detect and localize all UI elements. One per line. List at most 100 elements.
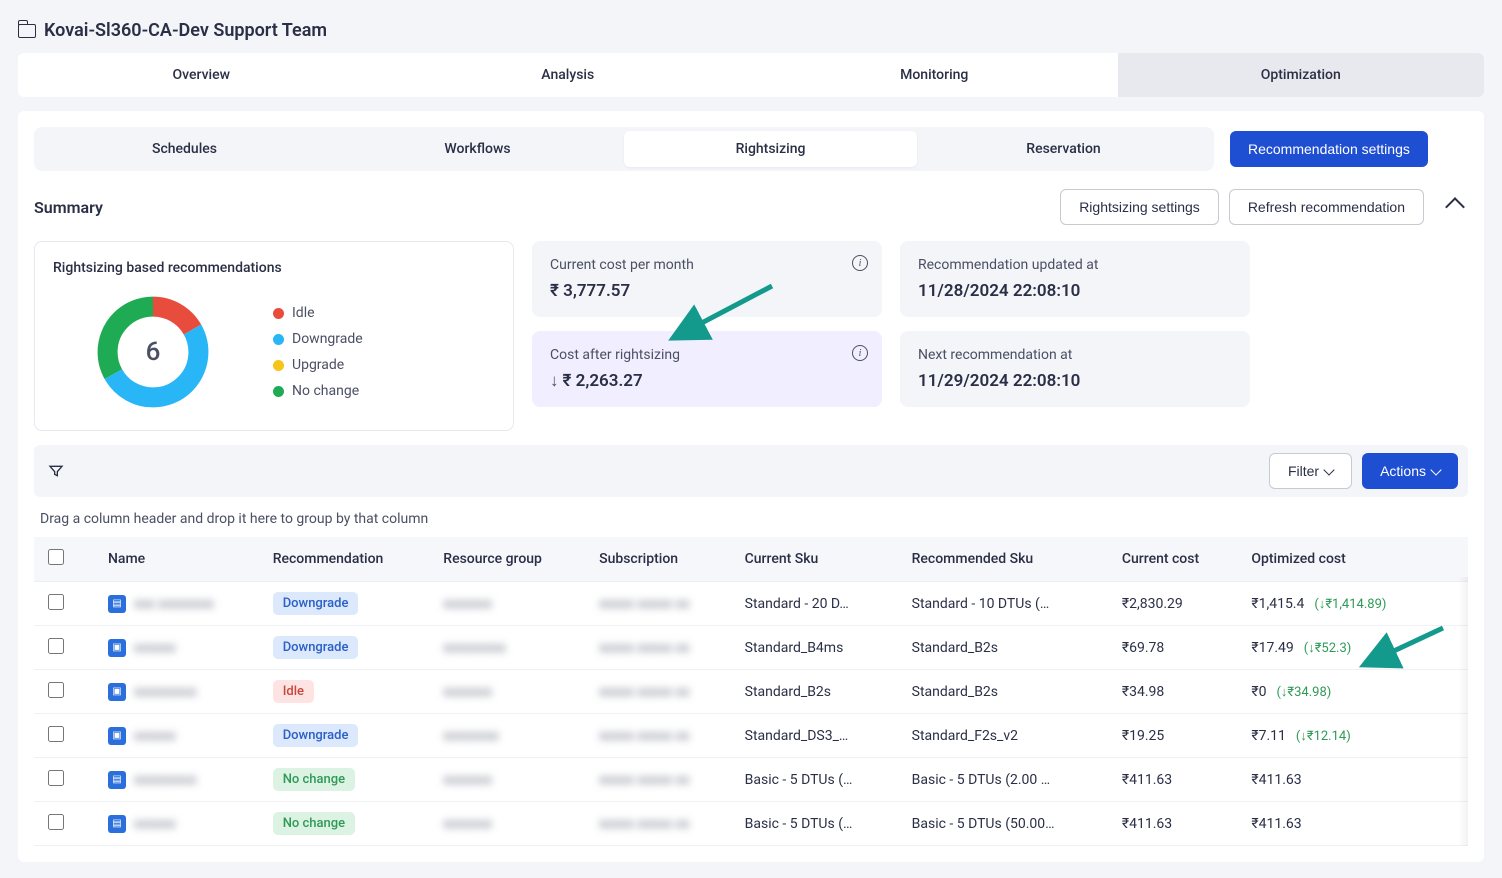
optimized-cost-value: ₹0 (1251, 684, 1266, 700)
actions-button[interactable]: Actions (1362, 453, 1458, 489)
row-checkbox[interactable] (48, 814, 64, 830)
recommended-sku-value: Basic - 5 DTUs (2.00 … (898, 758, 1108, 802)
subscription-value: xxxxx xxxxx xx (599, 640, 689, 656)
optimized-cost-value: ₹411.63 (1251, 772, 1301, 788)
resource-icon: ▣ (108, 683, 126, 701)
table-row[interactable]: ▣ xxxxxx Downgrade xxxxxxxxx xxxxx xxxxx … (34, 626, 1468, 670)
recommendation-badge: Idle (273, 680, 314, 703)
subtab-workflows[interactable]: Workflows (331, 131, 624, 167)
stat-after-cost: i Cost after rightsizing ↓₹ 2,263.27 (532, 331, 882, 407)
table-row[interactable]: ▤xxx xxxxxxxx Downgrade xxxxxxx xxxxx xx… (34, 582, 1468, 626)
resource-icon: ▣ (108, 727, 126, 745)
resource-name[interactable]: xxxxxx (134, 640, 176, 656)
subtab-reservation[interactable]: Reservation (917, 131, 1210, 167)
optimized-cost-value: ₹17.49 (1251, 640, 1293, 656)
legend-downgrade: Downgrade (273, 331, 363, 347)
select-all-checkbox[interactable] (48, 549, 64, 565)
table-row[interactable]: ▣ xxxxxxxxx Idle xxxxxxx xxxxx xxxxx xx S… (34, 670, 1468, 714)
resource-name[interactable]: xxx xxxxxxxx (134, 596, 214, 612)
resource-group-value: xxxxxxx (443, 816, 492, 832)
row-checkbox[interactable] (48, 594, 64, 610)
recommendations-card-title: Rightsizing based recommendations (53, 260, 495, 276)
current-sku-value: Basic - 5 DTUs (… (731, 802, 898, 846)
resource-name[interactable]: xxxxxx (134, 816, 176, 832)
legend-nochange: No change (273, 383, 363, 399)
resource-group-value: xxxxxxx (443, 772, 492, 788)
subscription-value: xxxxx xxxxx xx (599, 772, 689, 788)
col-current-cost[interactable]: Current cost (1108, 537, 1237, 582)
recommended-sku-value: Standard_F2s_v2 (898, 714, 1108, 758)
recommended-sku-value: Standard_B2s (898, 670, 1108, 714)
current-cost-value: ₹19.25 (1108, 714, 1237, 758)
subscription-value: xxxxx xxxxx xx (599, 684, 689, 700)
resource-icon: ▤ (108, 771, 126, 789)
col-recommended-sku[interactable]: Recommended Sku (898, 537, 1108, 582)
current-cost-value: ₹69.78 (1108, 626, 1237, 670)
current-cost-value: ₹411.63 (1108, 802, 1237, 846)
optimized-cost-value: ₹7.11 (1251, 728, 1286, 744)
filter-bar: Filter Actions (34, 445, 1468, 497)
sub-tabs: Schedules Workflows Rightsizing Reservat… (34, 127, 1214, 171)
tab-overview[interactable]: Overview (18, 53, 385, 97)
resource-icon: ▤ (108, 595, 126, 613)
recommendation-badge: No change (273, 812, 355, 835)
row-checkbox[interactable] (48, 638, 64, 654)
col-optimized-cost[interactable]: Optimized cost (1237, 537, 1438, 582)
col-resource-group[interactable]: Resource group (429, 537, 585, 582)
stat-updated-at: Recommendation updated at 11/28/2024 22:… (900, 241, 1250, 317)
col-current-sku[interactable]: Current Sku (731, 537, 898, 582)
subscription-value: xxxxx xxxxx xx (599, 816, 689, 832)
row-checkbox[interactable] (48, 682, 64, 698)
delta-value: (↓₹52.3) (1304, 640, 1352, 656)
row-checkbox[interactable] (48, 726, 64, 742)
recommendations-donut: 6 (93, 292, 213, 412)
resource-group-value: xxxxxxxxx (443, 640, 506, 656)
filter-icon[interactable] (48, 463, 64, 479)
summary-heading: Summary (34, 198, 103, 217)
info-icon[interactable]: i (852, 345, 868, 361)
subtab-rightsizing[interactable]: Rightsizing (624, 131, 917, 167)
current-sku-value: Standard - 20 D… (731, 582, 898, 626)
recommendation-badge: Downgrade (273, 724, 359, 747)
recommended-sku-value: Basic - 5 DTUs (50.00… (898, 802, 1108, 846)
resource-name[interactable]: xxxxxx (134, 728, 176, 744)
breadcrumb: Kovai-Sl360-CA-Dev Support Team (18, 16, 1484, 53)
legend: Idle Downgrade Upgrade No change (273, 305, 363, 399)
delta-value: (↓₹34.98) (1276, 684, 1331, 700)
row-checkbox[interactable] (48, 770, 64, 786)
recommendation-settings-button[interactable]: Recommendation settings (1230, 131, 1428, 167)
subtab-schedules[interactable]: Schedules (38, 131, 331, 167)
recommended-sku-value: Standard_B2s (898, 626, 1108, 670)
collapse-summary-icon[interactable] (1445, 197, 1465, 217)
group-hint[interactable]: Drag a column header and drop it here to… (34, 497, 1468, 537)
table-row[interactable]: ▤xxxxxx No change xxxxxxx xxxxx xxxxx xx… (34, 802, 1468, 846)
tab-monitoring[interactable]: Monitoring (751, 53, 1118, 97)
current-cost-value: ₹2,830.29 (1108, 582, 1237, 626)
col-name[interactable]: Name (94, 537, 259, 582)
optimization-panel: Schedules Workflows Rightsizing Reservat… (18, 111, 1484, 862)
resource-group-value: xxxxxxx (443, 684, 492, 700)
stat-next-at: Next recommendation at 11/29/2024 22:08:… (900, 331, 1250, 407)
table-row[interactable]: ▣xxxxxx Downgrade xxxxxxxx xxxxx xxxxx x… (34, 714, 1468, 758)
refresh-recommendation-button[interactable]: Refresh recommendation (1229, 189, 1424, 225)
resource-name[interactable]: xxxxxxxxx (134, 772, 197, 788)
current-sku-value: Standard_B2s (731, 670, 898, 714)
col-subscription[interactable]: Subscription (585, 537, 731, 582)
tab-analysis[interactable]: Analysis (385, 53, 752, 97)
resource-name[interactable]: xxxxxxxxx (134, 684, 197, 700)
info-icon[interactable]: i (852, 255, 868, 271)
resource-group-value: xxxxxxxx (443, 728, 499, 744)
dot-icon (273, 334, 284, 345)
table-row[interactable]: ▤xxxxxxxxx No change xxxxxxx xxxxx xxxxx… (34, 758, 1468, 802)
filter-button[interactable]: Filter (1269, 453, 1352, 489)
tab-optimization[interactable]: Optimization (1118, 53, 1485, 97)
recommendation-badge: Downgrade (273, 636, 359, 659)
col-recommendation[interactable]: Recommendation (259, 537, 430, 582)
current-sku-value: Standard_DS3_… (731, 714, 898, 758)
optimized-cost-value: ₹1,415.4 (1251, 596, 1304, 612)
recommendation-badge: Downgrade (273, 592, 359, 615)
rightsizing-settings-button[interactable]: Rightsizing settings (1060, 189, 1219, 225)
dot-icon (273, 386, 284, 397)
resource-icon: ▣ (108, 639, 126, 657)
recommendations-table: Name Recommendation Resource group Subsc… (34, 537, 1468, 846)
